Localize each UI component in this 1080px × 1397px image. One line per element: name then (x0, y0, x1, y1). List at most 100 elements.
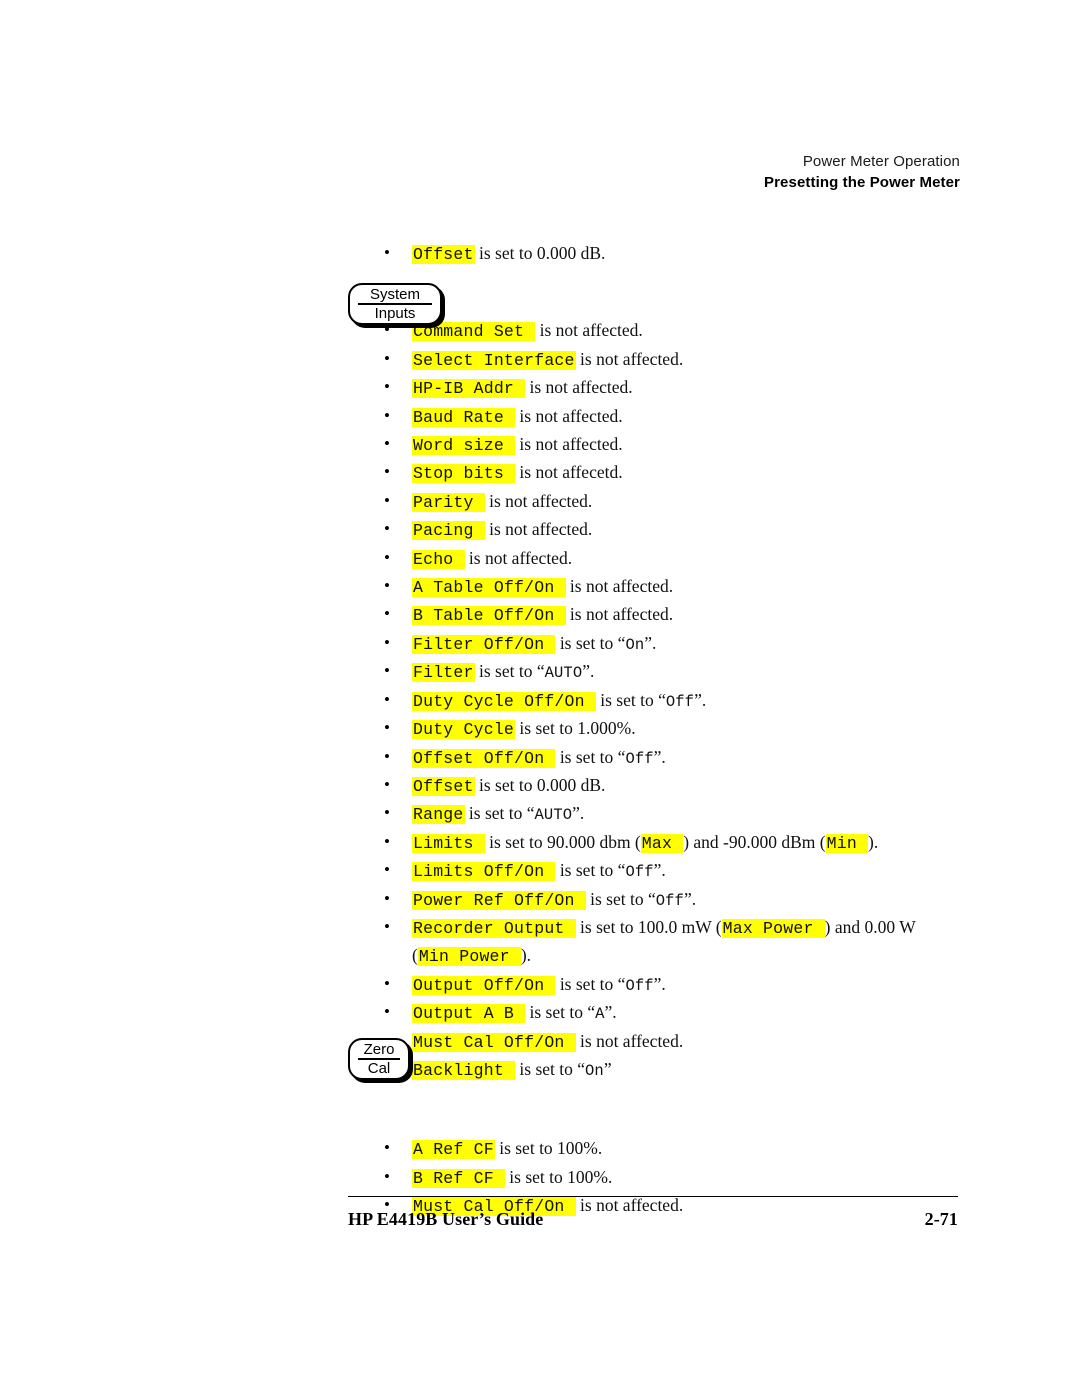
hardware-key-zero-cal: Zero Cal (348, 1038, 410, 1080)
list-item: Limits is set to 90.000 dbm (Max ) and -… (348, 829, 988, 857)
softkey-label: Pacing (412, 521, 485, 541)
list-item: Offset is set to 0.000 dB. (348, 240, 988, 268)
softkey-label: Duty Cycle (412, 720, 516, 740)
list-item-text: is set to 100.0 mW ( (575, 916, 722, 937)
setting-value: Off (625, 749, 654, 768)
list-item-text: is set to “ (555, 973, 626, 994)
list-item-text: is not affected. (484, 519, 593, 540)
list-item: Pacing is not affected. (348, 516, 988, 544)
list-item: HP-IB Addr is not affected. (348, 374, 988, 402)
setting-value: Off (625, 863, 654, 882)
key-gap-spacer (348, 268, 988, 317)
list-item: Power Ref Off/On is set to “Off”. (348, 886, 988, 914)
softkey-label: HP-IB Addr (412, 379, 526, 399)
softkey-label: Offset Off/On (412, 748, 556, 768)
list-item-text: is not affecetd. (515, 462, 623, 483)
list-item-text: is not affected. (515, 434, 623, 455)
list-item-text: ”. (653, 860, 666, 881)
list-item: Duty Cycle is set to 1.000%. (348, 715, 988, 743)
list-item-text: is not affected. (575, 1030, 684, 1051)
footer-page-number: 2-71 (924, 1209, 958, 1229)
softkey-label: Command Set (412, 322, 536, 342)
list-item: Recorder Output is set to 100.0 mW (Max … (348, 914, 988, 971)
list-item: Echo is not affected. (348, 545, 988, 573)
list-item-text: is set to 0.000 dB. (474, 774, 606, 795)
softkey-label: Power Ref Off/On (412, 890, 586, 910)
hardware-key-label-bottom: Inputs (374, 305, 416, 322)
softkey-label: Max Power (721, 918, 825, 938)
list-item-text: ” (603, 1058, 612, 1079)
softkey-label: Parity (412, 492, 485, 512)
softkey-label: B Ref CF (412, 1168, 505, 1188)
softkey-label: Select Interface (412, 350, 576, 370)
softkey-label: A Table Off/On (412, 578, 566, 598)
list-item-text: is not affected. (575, 348, 684, 369)
setting-value: Off (625, 976, 654, 995)
list-item-text: is set to 90.000 dbm ( (484, 831, 641, 852)
softkey-label: Min (825, 833, 869, 853)
list-item-text: is set to “ (525, 1002, 596, 1023)
softkey-label: Baud Rate (412, 407, 516, 427)
list-item-text: is set to 100%. (504, 1166, 613, 1187)
list-item: B Table Off/On is not affected. (348, 601, 988, 629)
list-item: Output Off/On is set to “Off”. (348, 971, 988, 999)
list-item: Output A B is set to “A”. (348, 999, 988, 1027)
softkey-label: B Table Off/On (412, 606, 566, 626)
list-item-text: is set to “ (555, 860, 626, 881)
list-item: Select Interface is not affected. (348, 346, 988, 374)
softkey-label: Offset (412, 245, 475, 264)
list-item: Filter Off/On is set to “On”. (348, 630, 988, 658)
list-item-text: is set to “ (555, 632, 626, 653)
list-item-text: ) and -90.000 dBm ( (683, 831, 826, 852)
softkey-label: Offset (412, 776, 475, 796)
list-item: Backlight is set to “On” (348, 1056, 988, 1084)
setting-value: On (625, 635, 645, 654)
page-footer: HP E4419B User’s Guide 2-71 (348, 1196, 958, 1230)
list-item: Offset is set to 0.000 dB. (348, 772, 988, 800)
list-item-text: is set to “ (515, 1058, 586, 1079)
softkey-label: Min Power (417, 947, 521, 967)
header-section-title: Presetting the Power Meter (764, 174, 960, 191)
list-item: Command Set is not affected. (348, 317, 988, 345)
list-item-text: is not affected. (484, 490, 593, 511)
list-item-text: ”. (683, 888, 697, 909)
setting-value: Off (655, 891, 684, 910)
list-item: Parity is not affected. (348, 488, 988, 516)
document-page: Power Meter Operation Presetting the Pow… (0, 0, 1080, 1397)
list-item: Stop bits is not affecetd. (348, 459, 988, 487)
softkey-label: Word size (412, 436, 516, 456)
list-item-text: ). (520, 945, 532, 966)
hardware-key-label-top: System (369, 286, 420, 303)
list-item: A Ref CF is set to 100%. (348, 1135, 988, 1163)
list-item-text: is set to “ (585, 888, 656, 909)
list-item-text: ). (868, 831, 879, 852)
softkey-label: Output Off/On (412, 975, 556, 995)
hardware-key-label-top: Zero (363, 1041, 395, 1058)
system-inputs-bullet-list: Command Set is not affected.Select Inter… (348, 317, 988, 1084)
footer-row: HP E4419B User’s Guide 2-71 (348, 1209, 958, 1230)
footer-divider (348, 1196, 958, 1197)
softkey-label: Must Cal Off/On (412, 1032, 576, 1052)
setting-value: On (585, 1061, 604, 1080)
softkey-label: Limits Off/On (412, 862, 556, 882)
softkey-label: Max (640, 833, 684, 853)
list-item: Offset Off/On is set to “Off”. (348, 744, 988, 772)
list-item: Word size is not affected. (348, 431, 988, 459)
list-item-text: is set to 100%. (494, 1138, 603, 1159)
softkey-label: Output A B (412, 1004, 526, 1024)
list-item-text: is not affected. (525, 377, 633, 398)
list-item-text: is set to 0.000 dB. (474, 243, 606, 263)
list-item-text: is set to “ (474, 661, 545, 682)
hardware-key-label-bottom: Cal (367, 1060, 391, 1077)
softkey-label: Echo (412, 549, 465, 569)
setting-value: AUTO (544, 664, 583, 683)
list-item-text: ”. (582, 661, 595, 682)
list-item-text: ”. (653, 746, 666, 767)
hardware-key-system-inputs: System Inputs (348, 283, 442, 325)
key-gap-spacer (348, 1084, 988, 1135)
body-content: Offset is set to 0.000 dB. Command Set i… (348, 240, 988, 1221)
list-item-text: is set to “ (595, 689, 666, 710)
list-item-text: ”. (572, 803, 585, 824)
page-header: Power Meter Operation Presetting the Pow… (764, 152, 960, 193)
list-item-text: ”. (653, 973, 666, 994)
